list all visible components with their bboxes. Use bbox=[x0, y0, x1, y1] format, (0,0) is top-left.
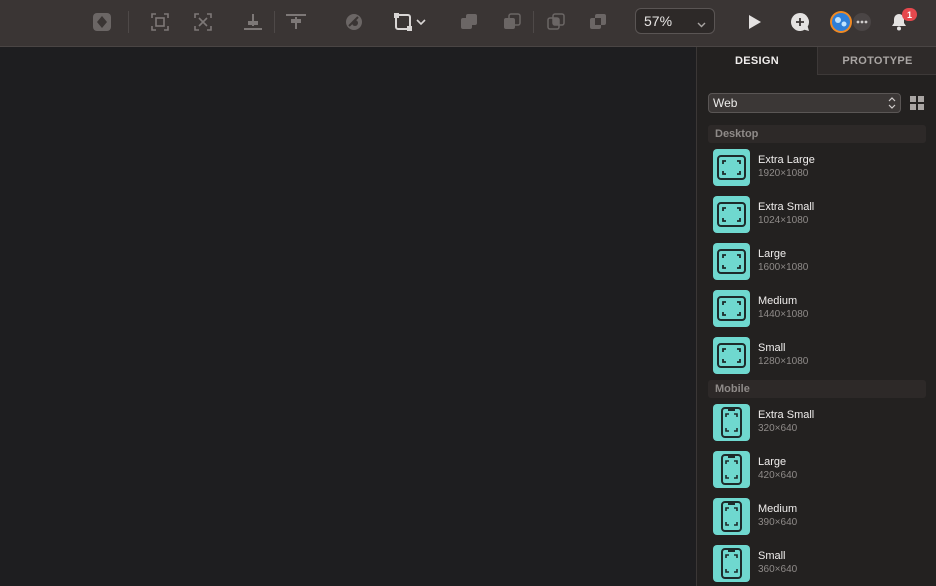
chevron-down-icon[interactable] bbox=[413, 9, 429, 35]
difference-icon[interactable] bbox=[585, 9, 611, 35]
preset-name: Extra Large bbox=[758, 154, 815, 166]
desktop-frame-icon bbox=[713, 243, 750, 280]
preset-item[interactable]: Medium 390×640 bbox=[713, 498, 923, 535]
preset-item[interactable]: Medium 1440×1080 bbox=[713, 290, 923, 327]
play-icon[interactable] bbox=[741, 9, 767, 35]
preset-item[interactable]: Extra Small 1024×1080 bbox=[713, 196, 923, 233]
desktop-frame-icon bbox=[713, 290, 750, 327]
section-header-desktop: Desktop bbox=[708, 125, 926, 143]
device-type-select[interactable]: Web bbox=[708, 93, 901, 113]
intersect-icon[interactable] bbox=[543, 9, 569, 35]
preset-item[interactable]: Large 1600×1080 bbox=[713, 243, 923, 280]
preset-item[interactable]: Small 1280×1080 bbox=[713, 337, 923, 374]
preset-size: 320×640 bbox=[758, 423, 798, 434]
preset-size: 1440×1080 bbox=[758, 309, 809, 320]
updown-chevron-icon bbox=[888, 96, 896, 113]
preset-size: 1280×1080 bbox=[758, 356, 809, 367]
mobile-frame-icon bbox=[713, 404, 750, 441]
preset-name: Large bbox=[758, 248, 787, 260]
preset-name: Small bbox=[758, 550, 786, 562]
union-icon[interactable] bbox=[456, 9, 482, 35]
toolbar-separator bbox=[128, 11, 129, 33]
preset-item[interactable]: Extra Small 320×640 bbox=[713, 404, 923, 441]
preset-name: Medium bbox=[758, 295, 798, 307]
toolbar-separator bbox=[533, 11, 534, 33]
zoom-select[interactable]: 57% bbox=[635, 8, 715, 34]
panel-tabs: DESIGN PROTOTYPE bbox=[697, 47, 936, 75]
toolbar: 57% 1 bbox=[0, 0, 936, 47]
preset-item[interactable]: Small 360×640 bbox=[713, 545, 923, 582]
preset-name: Extra Small bbox=[758, 409, 815, 421]
desktop-frame-icon bbox=[713, 196, 750, 233]
more-icon[interactable] bbox=[849, 9, 875, 35]
preset-size: 1920×1080 bbox=[758, 168, 809, 179]
tab-design[interactable]: DESIGN bbox=[697, 47, 817, 75]
mobile-frame-icon bbox=[713, 451, 750, 488]
mobile-frame-icon bbox=[713, 498, 750, 535]
frame-selection-icon[interactable] bbox=[147, 9, 173, 35]
preset-name: Extra Small bbox=[758, 201, 815, 213]
group-selection-icon[interactable] bbox=[190, 9, 216, 35]
comment-icon[interactable] bbox=[787, 9, 813, 35]
device-type-value: Web bbox=[713, 96, 738, 110]
design-panel: DESIGN PROTOTYPE Web Desktop Extra Large… bbox=[696, 47, 936, 586]
canvas[interactable] bbox=[0, 47, 696, 586]
preset-item[interactable]: Extra Large 1920×1080 bbox=[713, 149, 923, 186]
section-header-mobile: Mobile bbox=[708, 380, 926, 398]
preset-item[interactable]: Large 420×640 bbox=[713, 451, 923, 488]
notification-badge: 1 bbox=[902, 8, 917, 21]
preset-size: 1024×1080 bbox=[758, 215, 809, 226]
preset-size: 420×640 bbox=[758, 470, 798, 481]
preset-name: Large bbox=[758, 456, 787, 468]
subtract-icon[interactable] bbox=[499, 9, 525, 35]
mobile-frame-icon bbox=[713, 545, 750, 582]
preset-size: 360×640 bbox=[758, 564, 798, 575]
chevron-down-icon bbox=[697, 16, 706, 32]
preset-size: 1600×1080 bbox=[758, 262, 809, 273]
mask-icon[interactable] bbox=[341, 9, 367, 35]
component-icon[interactable] bbox=[89, 9, 115, 35]
distribute-vertical-icon[interactable] bbox=[283, 9, 309, 35]
preset-name: Medium bbox=[758, 503, 798, 515]
preset-name: Small bbox=[758, 342, 786, 354]
desktop-frame-icon bbox=[713, 337, 750, 374]
distribute-horizontal-icon[interactable] bbox=[240, 9, 266, 35]
toolbar-separator bbox=[274, 11, 275, 33]
desktop-frame-icon bbox=[713, 149, 750, 186]
preset-size: 390×640 bbox=[758, 517, 798, 528]
grid-view-icon[interactable] bbox=[910, 96, 924, 115]
zoom-value: 57% bbox=[644, 13, 673, 29]
tab-prototype[interactable]: PROTOTYPE bbox=[817, 47, 936, 75]
